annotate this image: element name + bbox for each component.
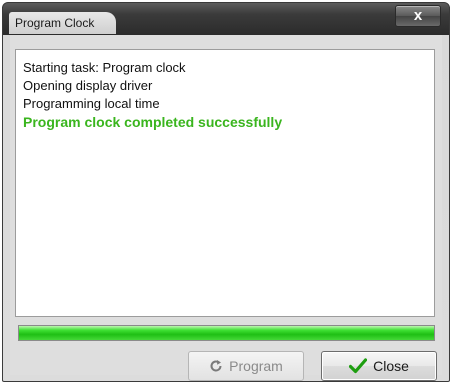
title-bar[interactable]: Program Clock x: [3, 3, 449, 35]
window-close-button[interactable]: x: [395, 5, 441, 27]
close-button-label: Close: [373, 358, 409, 374]
log-line: Programming local time: [23, 96, 160, 111]
dialog-body: Starting task: Program clock Opening dis…: [10, 35, 442, 381]
progress-bar: [18, 325, 435, 341]
log-line: Starting task: Program clock: [23, 60, 186, 75]
log-line: Opening display driver: [23, 78, 153, 93]
progress-bar-fill: [19, 326, 434, 340]
refresh-icon: [209, 359, 223, 373]
program-clock-dialog: Program Clock x Starting task: Program c…: [2, 2, 450, 382]
checkmark-icon: [349, 358, 368, 374]
close-button[interactable]: Close: [321, 351, 437, 381]
log-output: Starting task: Program clock Opening dis…: [15, 49, 435, 317]
program-button[interactable]: Program: [188, 351, 304, 381]
program-button-label: Program: [229, 358, 283, 374]
success-message: Program clock completed successfully: [23, 114, 283, 130]
window-title: Program Clock: [9, 12, 117, 34]
